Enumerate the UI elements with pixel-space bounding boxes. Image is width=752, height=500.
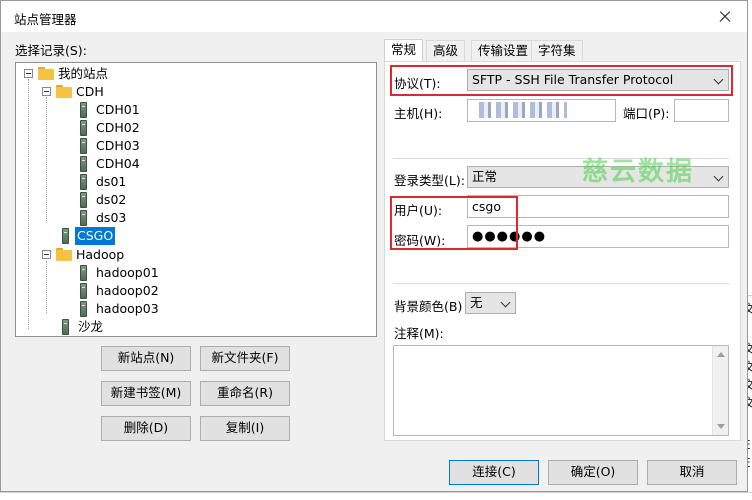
server-icon [80, 210, 87, 226]
tree-item-label: hadoop03 [96, 301, 159, 316]
site-manager-dialog: 站点管理器 选择记录(S): 我的站点 CDH CDH01 CDH02 CDH0… [0, 0, 748, 492]
tree-item-site[interactable]: CDH02 [16, 119, 216, 137]
comment-textarea[interactable] [393, 345, 729, 436]
ok-button[interactable]: 确定(O) [548, 460, 638, 485]
tree-item-hadoop[interactable]: Hadoop [16, 246, 216, 264]
new-site-button[interactable]: 新站点(N) [101, 346, 191, 371]
title-bar: 站点管理器 [1, 1, 747, 32]
port-label: 端口(P): [623, 106, 670, 121]
close-icon[interactable] [701, 1, 747, 32]
highlight-credentials-box [390, 196, 518, 250]
tree-item-label: Hadoop [76, 247, 125, 262]
tree-item-label: ds02 [96, 192, 127, 207]
collapse-icon[interactable] [24, 69, 33, 78]
collapse-icon[interactable] [42, 87, 51, 96]
select-entry-label: 选择记录(S): [15, 43, 87, 58]
rename-button[interactable]: 重命名(R) [200, 381, 290, 406]
server-icon [80, 102, 87, 118]
tree-item-site[interactable]: CDH01 [16, 101, 216, 119]
tree-item-label: CSGO [75, 227, 116, 245]
bg-color-value: 无 [470, 295, 483, 310]
tab-transfer-settings[interactable]: 传输设置 [471, 40, 536, 61]
server-icon [80, 192, 87, 208]
tree-item-site[interactable]: ds03 [16, 209, 216, 227]
tree-item-label: ds03 [96, 210, 127, 225]
highlight-protocol-box [390, 65, 733, 96]
server-icon [80, 120, 87, 136]
server-icon [80, 301, 87, 317]
collapse-icon[interactable] [42, 250, 51, 259]
server-icon [62, 319, 69, 335]
new-folder-button[interactable]: 新文件夹(F) [200, 346, 290, 371]
cancel-button[interactable]: 取消 [647, 460, 737, 485]
bg-color-select[interactable]: 无 [465, 292, 516, 314]
tab-advanced[interactable]: 高级 [426, 40, 466, 61]
server-icon [80, 174, 87, 190]
folder-icon [56, 248, 72, 261]
tree-item-label: CDH02 [96, 120, 140, 135]
server-icon [80, 138, 87, 154]
tree-item-salon[interactable]: 沙龙 [16, 318, 216, 336]
tree-item-site[interactable]: ds01 [16, 173, 216, 191]
tree-item-label: CDH03 [96, 138, 140, 153]
watermark-text: 慈云数据 [582, 157, 695, 187]
bg-color-label: 背景颜色(B) [394, 299, 463, 314]
tree-item-cdh[interactable]: CDH [16, 83, 216, 101]
server-icon [80, 156, 87, 172]
server-icon [62, 228, 69, 244]
folder-icon [56, 85, 72, 98]
comment-label: 注释(M): [394, 326, 444, 341]
port-input[interactable] [674, 99, 729, 122]
folder-icon [38, 67, 54, 80]
tree-item-root[interactable]: 我的站点 [16, 65, 216, 83]
scroll-down-icon[interactable] [717, 424, 725, 429]
tree-item-csgo[interactable]: CSGO [16, 227, 216, 245]
server-icon [80, 265, 87, 281]
tree-item-site[interactable]: CDH04 [16, 155, 216, 173]
tree-item-site[interactable]: CDH03 [16, 137, 216, 155]
tree-item-label: CDH01 [96, 102, 140, 117]
tab-general[interactable]: 常规 [384, 39, 424, 62]
redacted-host-mask [479, 102, 567, 118]
tab-charset[interactable]: 字符集 [531, 40, 583, 61]
tree-item-label: CDH [76, 84, 104, 99]
comment-scrollbar[interactable] [712, 346, 728, 435]
tree-item-label: 沙龙 [78, 319, 104, 334]
logon-type-label: 登录类型(L): [394, 173, 465, 188]
scroll-up-icon[interactable] [717, 352, 725, 357]
chevron-down-icon [713, 171, 724, 182]
separator [393, 283, 729, 284]
new-bookmark-button[interactable]: 新建书签(M) [101, 381, 191, 406]
logon-type-value: 正常 [472, 169, 498, 184]
tree-item-label: hadoop01 [96, 265, 159, 280]
tree-item-site[interactable]: ds02 [16, 191, 216, 209]
tree-item-site[interactable]: hadoop01 [16, 264, 216, 282]
tree-item-label: CDH04 [96, 156, 140, 171]
tree-item-site[interactable]: hadoop02 [16, 282, 216, 300]
tree-item-site[interactable]: hadoop03 [16, 300, 216, 318]
delete-button[interactable]: 删除(D) [101, 416, 191, 441]
server-icon [80, 283, 87, 299]
connect-button[interactable]: 连接(C) [449, 460, 539, 485]
copy-button[interactable]: 复制(I) [200, 416, 290, 441]
host-label: 主机(H): [394, 106, 443, 121]
site-tree[interactable]: 我的站点 CDH CDH01 CDH02 CDH03 CDH04 ds01 ds… [15, 62, 377, 337]
background-divider [0, 492, 752, 493]
tree-item-label: ds01 [96, 174, 127, 189]
tree-item-label: 我的站点 [58, 66, 109, 81]
tree-item-label: hadoop02 [96, 283, 159, 298]
dialog-title: 站点管理器 [14, 12, 77, 27]
chevron-down-icon [500, 297, 511, 308]
